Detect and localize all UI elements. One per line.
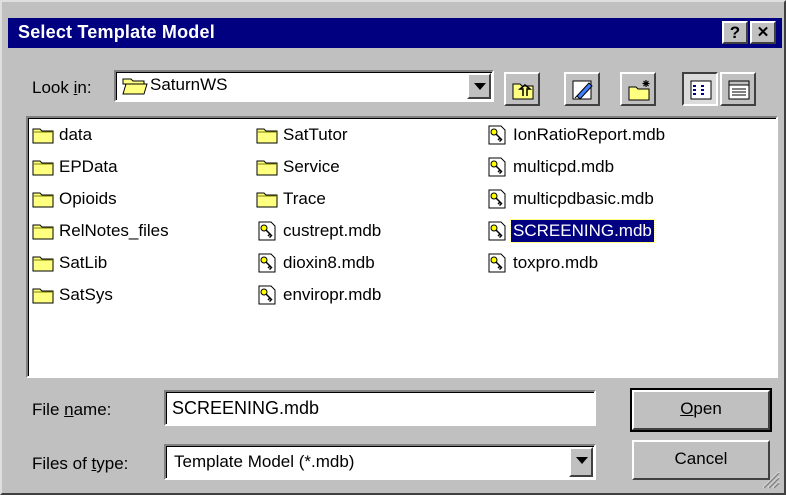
file-type-value: Template Model (*.mdb) [174,452,355,471]
file-item[interactable]: enviropr.mdb [256,282,383,308]
item-label: IonRatioReport.mdb [513,125,666,144]
item-label: SatLib [59,253,108,272]
item-label: Trace [283,189,326,208]
item-label: multicpdbasic.mdb [513,189,654,208]
file-item[interactable]: dioxin8.mdb [256,250,377,276]
cancel-button[interactable]: Cancel [632,440,770,480]
dialog-title: Select Template Model [18,22,215,42]
database-file-icon [486,253,508,273]
file-name-value: SCREENING.mdb [172,398,320,418]
database-file-icon [486,221,508,241]
folder-icon [32,157,54,177]
file-name-input[interactable]: SCREENING.mdb [164,390,596,426]
file-item[interactable]: multicpd.mdb [486,154,616,180]
item-label: enviropr.mdb [283,285,382,304]
folder-icon [256,157,278,177]
item-label: custrept.mdb [283,221,382,240]
file-item[interactable]: multicpdbasic.mdb [486,186,656,212]
item-label: SatSys [59,285,113,304]
resize-grip-icon[interactable] [758,467,780,489]
item-label: EPData [59,157,118,176]
look-in-dropdown-button[interactable] [467,73,491,99]
file-list[interactable]: data EPData Opioids RelNotes_files SatLib Sat… [26,116,778,378]
folder-item[interactable]: SatLib [32,250,109,276]
item-label: Opioids [59,189,117,208]
folder-item[interactable]: Service [256,154,342,180]
folder-icon [32,285,54,305]
create-new-folder-button[interactable] [564,72,600,106]
new-folder-icon [628,80,650,101]
item-label: dioxin8.mdb [283,253,375,272]
details-view-button[interactable] [720,72,756,106]
file-item[interactable]: custrept.mdb [256,218,383,244]
dialog-window: Select Template Model ? ✕ Look in: Satur… [0,0,786,495]
file-type-dropdown-button[interactable] [569,447,593,477]
title-bar[interactable]: Select Template Model ? ✕ [8,18,782,48]
close-button[interactable]: ✕ [750,21,776,44]
folder-item[interactable]: EPData [32,154,120,180]
help-button[interactable]: ? [722,21,748,44]
database-file-icon [486,189,508,209]
new-folder-button[interactable] [620,72,656,106]
folder-icon [32,221,54,241]
database-file-icon [486,157,508,177]
database-file-icon [486,125,508,145]
folder-icon [32,189,54,209]
database-file-icon [256,221,278,241]
item-label: data [59,125,93,144]
file-item[interactable]: SCREENING.mdb [486,218,655,244]
look-in-label: Look in: [32,78,92,97]
look-in-combo[interactable]: SaturnWS [114,70,494,102]
folder-item[interactable]: Trace [256,186,328,212]
folder-icon [256,125,278,145]
open-folder-icon [122,76,148,101]
file-item[interactable]: toxpro.mdb [486,250,600,276]
item-label: Service [283,157,340,176]
item-label: toxpro.mdb [513,253,599,272]
item-label: SCREENING.mdb [510,219,655,243]
up-folder-icon [512,83,534,100]
database-file-icon [256,285,278,305]
database-file-icon [256,253,278,273]
folder-item[interactable]: SatSys [32,282,115,308]
file-item[interactable]: IonRatioReport.mdb [486,122,667,148]
folder-icon [32,125,54,145]
folder-item[interactable]: SatTutor [256,122,350,148]
up-one-level-button[interactable] [504,72,540,106]
file-type-combo[interactable]: Template Model (*.mdb) [164,444,596,480]
list-view-icon [690,80,712,100]
folder-icon [256,189,278,209]
folder-item[interactable]: Opioids [32,186,119,212]
list-view-button[interactable] [682,72,718,106]
item-label: RelNotes_files [59,221,169,240]
folder-item[interactable]: data [32,122,94,148]
edit-icon [572,80,593,100]
look-in-value: SaturnWS [150,75,228,94]
item-label: multicpd.mdb [513,157,615,176]
folder-icon [32,253,54,273]
folder-item[interactable]: RelNotes_files [32,218,171,244]
details-view-icon [728,80,750,100]
item-label: SatTutor [283,125,348,144]
open-button[interactable]: Open [630,388,772,432]
file-name-label: File name: [32,400,112,419]
file-type-label: Files of type: [32,454,129,473]
